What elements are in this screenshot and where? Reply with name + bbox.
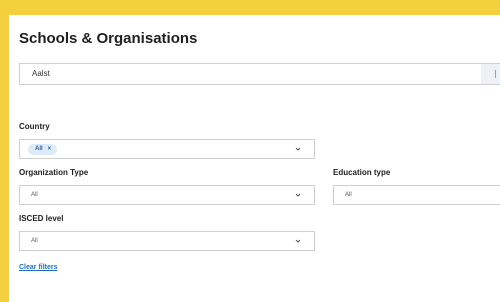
isced-level-value: All xyxy=(31,238,38,244)
filter-panel: Schools & Organisations Aalst Country Al… xyxy=(9,15,500,302)
country-chip-all[interactable]: All × xyxy=(28,144,58,155)
education-type-value: All xyxy=(345,192,352,198)
education-type-select[interactable]: All xyxy=(333,185,500,205)
country-label: Country xyxy=(19,122,50,131)
isced-level-select[interactable]: All xyxy=(19,231,315,251)
education-type-label: Education type xyxy=(333,168,391,177)
organization-type-value: All xyxy=(31,192,38,198)
chevron-down-icon xyxy=(295,147,301,151)
isced-level-label: ISCED level xyxy=(19,214,64,223)
clear-filters-link[interactable]: Clear filters xyxy=(19,264,58,271)
organization-type-select[interactable]: All xyxy=(19,185,315,205)
organization-type-label: Organization Type xyxy=(19,168,89,177)
close-icon[interactable]: × xyxy=(48,146,52,152)
country-select[interactable]: All × xyxy=(19,139,315,159)
chevron-down-icon xyxy=(295,239,301,243)
chevron-down-icon xyxy=(295,193,301,197)
page-title: Schools & Organisations xyxy=(19,30,198,47)
search-button[interactable] xyxy=(481,64,500,84)
chip-label: All xyxy=(35,146,43,152)
search-button-edge xyxy=(495,70,496,78)
search-input[interactable]: Aalst xyxy=(19,63,500,85)
